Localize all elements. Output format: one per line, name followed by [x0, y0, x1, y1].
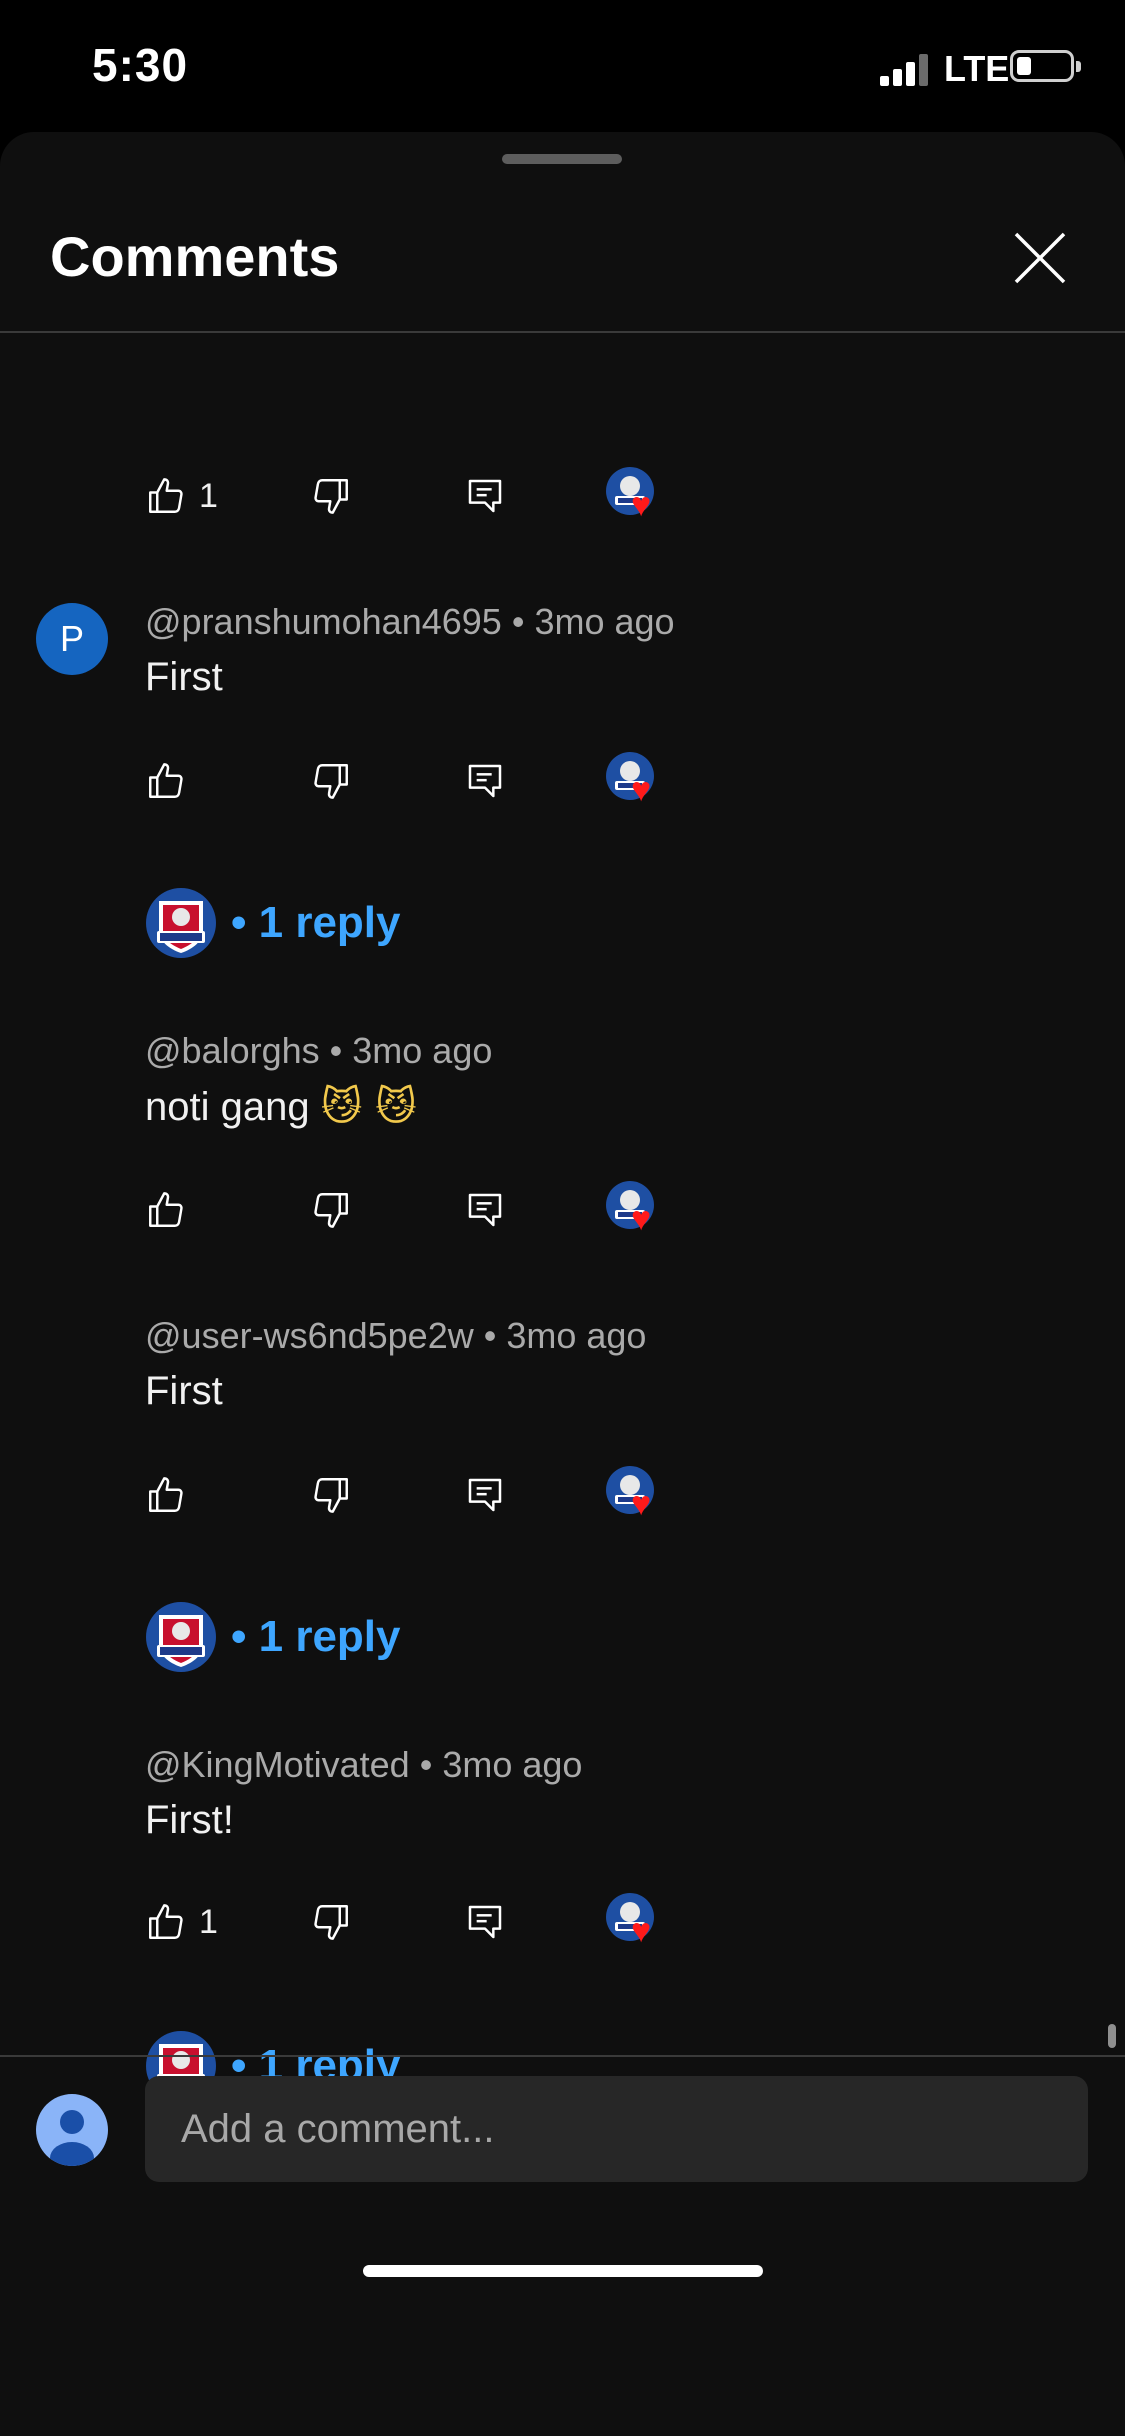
- comment-emoji: 😼 😼: [320, 1084, 417, 1130]
- thumbs-up-icon: [149, 1904, 183, 1939]
- composer-divider: [0, 2055, 1125, 2057]
- network-type: LTE: [944, 48, 1010, 89]
- dislike-button[interactable]: [310, 751, 352, 811]
- comment-action-row: ♥: [145, 1465, 705, 1525]
- comment-author[interactable]: @balorghs: [145, 1030, 320, 1071]
- like-count: 1: [199, 1902, 218, 1941]
- comment-meta: @KingMotivated • 3mo ago: [145, 1744, 582, 1786]
- reply-button[interactable]: [465, 1892, 505, 1952]
- comment-action-row: ♥: [145, 751, 705, 811]
- thumbs-down-icon: [314, 1478, 348, 1513]
- view-replies-button[interactable]: • 1 reply: [145, 1599, 401, 1675]
- reply-icon: [468, 1478, 502, 1512]
- like-button[interactable]: [145, 1465, 199, 1525]
- comment-text: First: [145, 1369, 223, 1413]
- creator-heart-badge: ♥: [605, 1465, 665, 1525]
- comment-author[interactable]: @user-ws6nd5pe2w: [145, 1315, 474, 1356]
- reply-icon: [468, 764, 502, 798]
- comment-age: 3mo ago: [442, 1744, 583, 1785]
- comment-meta: @pranshumohan4695 • 3mo ago: [145, 601, 675, 643]
- reply-button[interactable]: [465, 466, 505, 526]
- meta-separator: •: [329, 1030, 353, 1071]
- thumbs-up-icon: [149, 763, 183, 798]
- reply-icon: [468, 1905, 502, 1939]
- comment-action-row: 1 ♥: [145, 466, 705, 526]
- view-replies-button[interactable]: • 1 reply: [145, 885, 401, 961]
- comment-action-row: ♥: [145, 1180, 705, 1240]
- status-bar: 5:30 LTE: [0, 0, 1125, 132]
- heart-icon: ♥: [631, 1912, 652, 1950]
- heart-icon: ♥: [631, 1485, 652, 1523]
- like-button[interactable]: [145, 1180, 199, 1240]
- heart-icon: ♥: [631, 1200, 652, 1238]
- comment-age: 3mo ago: [534, 601, 675, 642]
- comment-text: First: [145, 655, 223, 699]
- heart-icon: ♥: [631, 771, 652, 809]
- cellular-signal-icon: [880, 54, 928, 86]
- thumbs-down-icon: [314, 479, 348, 514]
- dislike-button[interactable]: [310, 1892, 352, 1952]
- reply-button[interactable]: [465, 1465, 505, 1525]
- heart-icon: ♥: [631, 486, 652, 524]
- reply-count[interactable]: • 1 reply: [231, 898, 401, 948]
- creator-avatar-icon: [146, 1602, 216, 1672]
- like-button[interactable]: [145, 751, 199, 811]
- home-indicator[interactable]: [363, 2265, 763, 2277]
- reply-button[interactable]: [465, 1180, 505, 1240]
- thumbs-up-icon: [149, 478, 183, 513]
- reply-icon: [468, 1193, 502, 1227]
- creator-heart-badge: ♥: [605, 751, 665, 811]
- comment-meta: @balorghs • 3mo ago: [145, 1030, 492, 1072]
- thumbs-down-icon: [314, 764, 348, 799]
- thumbs-down-icon: [314, 1193, 348, 1228]
- reply-count[interactable]: • 1 reply: [231, 1612, 401, 1662]
- comment-text: First!: [145, 1798, 234, 1842]
- status-time: 5:30: [92, 39, 189, 91]
- comment-action-row: 1 ♥: [145, 1892, 705, 1952]
- dislike-button[interactable]: [310, 1465, 352, 1525]
- comment-text: noti gang 😼 😼: [145, 1084, 417, 1130]
- user-avatar-icon[interactable]: [36, 2094, 108, 2166]
- dislike-button[interactable]: [310, 1180, 352, 1240]
- battery-icon: [1010, 50, 1081, 82]
- add-comment-input[interactable]: [145, 2076, 1088, 2182]
- sheet-drag-handle[interactable]: [502, 154, 622, 164]
- dislike-button[interactable]: [310, 466, 352, 526]
- comment-author[interactable]: @pranshumohan4695: [145, 601, 502, 642]
- creator-heart-badge: ♥: [605, 1180, 665, 1240]
- creator-heart-badge: ♥: [605, 466, 665, 526]
- like-count: 1: [199, 476, 218, 515]
- comment-age: 3mo ago: [506, 1315, 647, 1356]
- thumbs-down-icon: [314, 1905, 348, 1940]
- comment-list[interactable]: 1 ♥ P @pranshumohan4695 • 3mo ago First: [0, 333, 1125, 2188]
- like-button[interactable]: 1: [145, 466, 218, 526]
- like-button[interactable]: 1: [145, 1892, 218, 1952]
- creator-avatar-icon: [146, 888, 216, 958]
- reply-icon: [468, 479, 502, 513]
- creator-heart-badge: ♥: [605, 1892, 665, 1952]
- avatar[interactable]: P: [36, 603, 108, 675]
- thumbs-up-icon: [149, 1192, 183, 1227]
- scrollbar-thumb[interactable]: [1108, 2024, 1116, 2048]
- meta-separator: •: [511, 601, 535, 642]
- comment-text-body: noti gang: [145, 1085, 310, 1129]
- meta-separator: •: [483, 1315, 507, 1356]
- sheet-title: Comments: [50, 225, 340, 288]
- meta-separator: •: [419, 1744, 443, 1785]
- comment-age: 3mo ago: [352, 1030, 493, 1071]
- comment-author[interactable]: @KingMotivated: [145, 1744, 410, 1785]
- close-icon[interactable]: [1010, 228, 1070, 288]
- thumbs-up-icon: [149, 1477, 183, 1512]
- comment-meta: @user-ws6nd5pe2w • 3mo ago: [145, 1315, 646, 1357]
- reply-button[interactable]: [465, 751, 505, 811]
